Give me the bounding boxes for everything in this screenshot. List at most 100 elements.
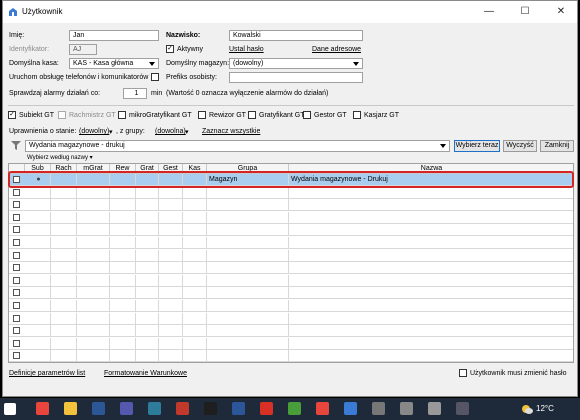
row-checkbox[interactable] — [13, 289, 20, 297]
table-row[interactable] — [9, 249, 573, 262]
word-icon[interactable] — [232, 402, 245, 415]
row-checkbox[interactable] — [13, 276, 20, 284]
table-cell — [77, 237, 110, 249]
filter-select[interactable]: Wydania magazynowe - drukuj — [25, 140, 450, 152]
alarmy-field[interactable]: 1 — [123, 88, 147, 99]
definicje-link[interactable]: Definicje parametrów list — [9, 370, 85, 377]
table-row[interactable] — [9, 274, 573, 287]
app-icon[interactable] — [456, 402, 469, 415]
identyfikator-field[interactable]: AJ — [69, 44, 97, 55]
wyczysc-button[interactable]: Wyczyść — [503, 140, 537, 152]
table-row[interactable] — [9, 312, 573, 325]
nazwisko-field[interactable]: Kowalski — [229, 30, 363, 41]
maximize-button[interactable]: ☐ — [507, 1, 543, 23]
title-bar: Użytkownik — ☐ ✕ — [3, 1, 577, 23]
kasa-select[interactable]: KAS - Kasa główna — [69, 58, 159, 69]
app-icon[interactable] — [372, 402, 385, 415]
table-row[interactable] — [9, 186, 573, 199]
magazyn-value: (dowolny) — [233, 60, 264, 67]
kasa-value: KAS - Kasa główna — [73, 60, 134, 67]
table-row[interactable] — [9, 325, 573, 338]
magazyn-select[interactable]: (dowolny) — [229, 58, 363, 69]
prefiks-field[interactable] — [229, 72, 363, 83]
row-checkbox[interactable] — [13, 264, 20, 272]
table-cell — [207, 274, 289, 287]
table-row[interactable] — [9, 237, 573, 249]
role-checkbox[interactable] — [118, 111, 126, 119]
table-cell — [159, 211, 183, 224]
table-row[interactable] — [9, 300, 573, 312]
stan-dropdown[interactable]: (dowolny) — [79, 128, 109, 135]
gt-icon[interactable] — [176, 402, 189, 415]
table-cell — [207, 262, 289, 275]
explorer-icon[interactable] — [64, 402, 77, 415]
row-checkbox[interactable] — [13, 201, 20, 209]
notepad-icon[interactable] — [288, 402, 301, 415]
table-cell — [207, 325, 289, 338]
grupy-dropdown[interactable]: (dowolna) — [155, 128, 186, 135]
word-icon[interactable] — [92, 402, 105, 415]
table-cell — [207, 249, 289, 262]
table-cell — [77, 300, 110, 312]
role-checkbox[interactable] — [353, 111, 361, 119]
role-checkbox[interactable] — [248, 111, 256, 119]
app-icon[interactable] — [400, 402, 413, 415]
role-checkbox[interactable] — [198, 111, 206, 119]
close-button[interactable]: ✕ — [543, 1, 579, 23]
table-cell — [289, 313, 573, 325]
row-checkbox[interactable] — [13, 213, 20, 221]
wybierz-teraz-button[interactable]: Wybierz teraz — [454, 140, 500, 152]
table-cell — [110, 237, 136, 249]
row-checkbox[interactable] — [13, 327, 20, 335]
musi-zmienic-checkbox[interactable] — [459, 369, 467, 377]
row-checkbox[interactable] — [13, 352, 20, 360]
row-checkbox[interactable] — [13, 251, 20, 259]
table-cell — [183, 211, 207, 224]
table-cell — [77, 287, 110, 300]
zaznacz-wszystkie-link[interactable]: Zaznacz wszystkie — [202, 128, 260, 135]
zamknij-button[interactable]: Zamknij — [540, 140, 574, 152]
row-checkbox[interactable] — [13, 239, 20, 246]
table-row[interactable] — [9, 199, 573, 212]
role-checkbox[interactable]: ✓ — [8, 111, 16, 119]
m-app-icon[interactable] — [204, 402, 217, 415]
settings-icon[interactable] — [428, 402, 441, 415]
teams-icon[interactable] — [120, 402, 133, 415]
chrome-icon[interactable] — [36, 402, 49, 415]
start-icon[interactable] — [4, 403, 16, 415]
table-cell — [25, 186, 51, 199]
app-icon[interactable] — [344, 402, 357, 415]
table-cell — [77, 312, 110, 325]
formatowanie-link[interactable]: Formatowanie Warunkowe — [104, 370, 187, 377]
table-cell — [183, 312, 207, 325]
role-checkbox[interactable] — [58, 111, 66, 119]
table-row[interactable] — [9, 224, 573, 237]
weather-temp: 12°C — [536, 404, 554, 413]
row-checkbox[interactable] — [13, 339, 20, 347]
table-cell — [289, 350, 573, 362]
table-cell — [159, 224, 183, 237]
aktywny-checkbox[interactable]: ✓ — [166, 45, 174, 53]
table-row[interactable] — [9, 350, 573, 362]
table-cell — [51, 262, 77, 275]
row-checkbox[interactable] — [13, 314, 20, 322]
uruchom-checkbox[interactable] — [151, 73, 159, 81]
calendar-icon[interactable] — [148, 402, 161, 415]
pdf-icon[interactable] — [260, 402, 273, 415]
row-checkbox[interactable] — [13, 302, 20, 309]
chrome-icon[interactable] — [316, 402, 329, 415]
table-cell — [289, 250, 573, 262]
table-row[interactable] — [9, 262, 573, 275]
minimize-button[interactable]: — — [471, 1, 507, 23]
ustal-haslo-link[interactable]: Ustal hasło — [229, 46, 264, 53]
role-checkbox[interactable] — [303, 111, 311, 119]
table-row[interactable] — [9, 211, 573, 224]
row-checkbox[interactable] — [13, 188, 20, 196]
table-cell — [159, 300, 183, 312]
dane-adresowe-link[interactable]: Dane adresowe — [312, 46, 361, 53]
row-checkbox[interactable] — [13, 226, 20, 234]
table-row[interactable] — [9, 287, 573, 300]
sort-dropdown[interactable]: Wybierz według nazwy ▾ — [27, 154, 93, 161]
table-row[interactable] — [9, 337, 573, 350]
imie-field[interactable]: Jan — [69, 30, 159, 41]
